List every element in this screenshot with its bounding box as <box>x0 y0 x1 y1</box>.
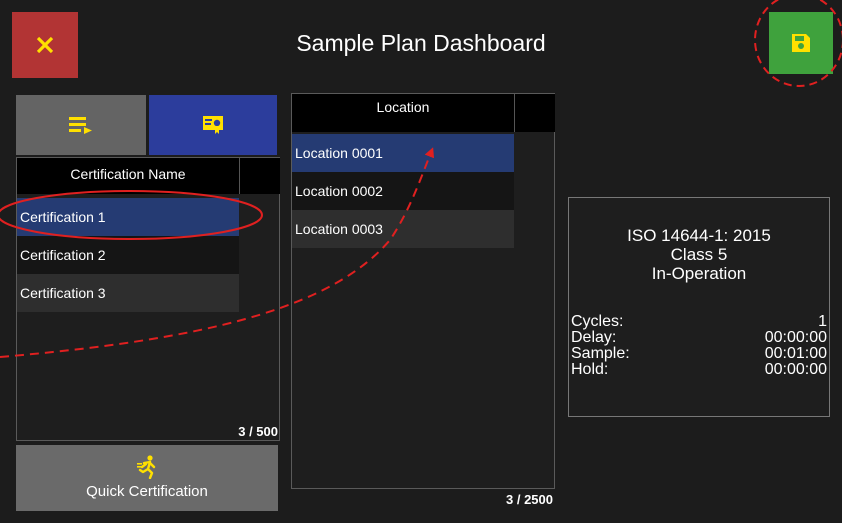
location-row-3[interactable]: Location 0003 <box>292 210 514 248</box>
save-floppy-icon <box>792 34 810 52</box>
cycles-label: Cycles: <box>571 313 624 330</box>
occupancy-state: In-Operation <box>651 264 747 283</box>
cleanroom-class: Class 5 <box>670 245 728 264</box>
quick-certification-button[interactable]: Quick Certification <box>16 445 278 511</box>
certification-name-column-header[interactable]: Certification Name <box>17 158 239 194</box>
delay-row: Delay: 00:00:00 <box>571 330 827 346</box>
column-header-spacer <box>514 94 555 132</box>
quick-certification-label: Quick Certification <box>86 483 208 500</box>
sample-label: Sample: <box>571 345 630 362</box>
certificate-view-icon <box>203 116 223 134</box>
certification-list: Certification Name Certification 1 Certi… <box>16 157 280 441</box>
location-row-2[interactable]: Location 0002 <box>292 172 514 210</box>
hold-row: Hold: 00:00:00 <box>571 362 827 378</box>
page-title: Sample Plan Dashboard <box>296 30 546 56</box>
sample-plan-info-panel: ISO 14644-1: 2015 Class 5 In-Operation C… <box>568 197 830 417</box>
delay-value: 00:00:00 <box>764 329 827 346</box>
save-button[interactable] <box>769 12 833 74</box>
running-person-icon <box>137 455 156 479</box>
sample-value: 00:01:00 <box>764 345 827 362</box>
hold-label: Hold: <box>571 361 609 378</box>
list-view-button[interactable] <box>16 95 146 155</box>
hold-value: 00:00:00 <box>764 361 827 378</box>
standard-info: ISO 14644-1: 2015 Class 5 In-Operation <box>569 226 829 283</box>
standard-name: ISO 14644-1: 2015 <box>627 226 771 245</box>
list-view-icon <box>69 117 92 134</box>
cycles-row: Cycles: 1 <box>571 314 827 330</box>
location-row-1[interactable]: Location 0001 <box>292 134 514 172</box>
delay-label: Delay: <box>571 329 617 346</box>
location-count: 3 / 2500 <box>506 492 553 507</box>
certificate-view-button[interactable] <box>149 95 277 155</box>
sample-plan-dashboard-screen: Sample Plan Dashboard Certification Name <box>0 0 842 523</box>
certification-row-3[interactable]: Certification 3 <box>17 274 239 312</box>
certification-count: 3 / 500 <box>238 424 278 439</box>
cycles-value: 1 <box>818 313 827 330</box>
header-bar: Sample Plan Dashboard <box>0 0 842 90</box>
sample-row: Sample: 00:01:00 <box>571 346 827 362</box>
certification-row-2[interactable]: Certification 2 <box>17 236 239 274</box>
column-header-spacer <box>239 158 280 194</box>
location-list: Location Location 0001 Location 0002 Loc… <box>291 93 555 507</box>
location-column-header[interactable]: Location <box>292 94 514 132</box>
certification-row-1[interactable]: Certification 1 <box>17 198 239 236</box>
